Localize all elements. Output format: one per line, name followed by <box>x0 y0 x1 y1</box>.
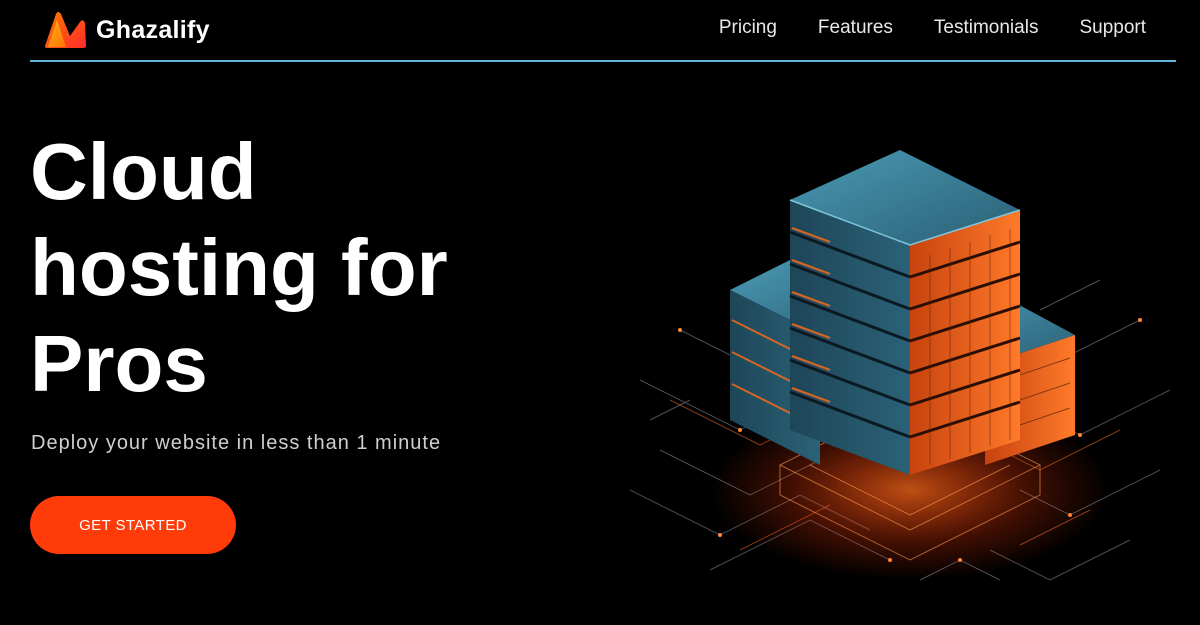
brand-home-link[interactable]: Ghazalify <box>42 10 210 50</box>
main-nav: Pricing Features Testimonials Support <box>678 17 1146 39</box>
get-started-button[interactable]: GET STARTED <box>30 496 236 554</box>
hero-title-line-1: Cloud <box>30 127 257 216</box>
nav-item-testimonials[interactable]: Testimonials <box>934 17 1039 39</box>
nav-item-support[interactable]: Support <box>1079 17 1146 39</box>
hero-title-line-2: hosting for <box>30 223 448 312</box>
server-stack-illustration <box>629 150 1171 581</box>
hero-title: Cloud hosting for Pros <box>30 124 550 412</box>
landing-page: Ghazalify Pricing Features Testimonials … <box>0 0 1200 625</box>
hero-subtitle: Deploy your website in less than 1 minut… <box>31 432 442 454</box>
ghazalify-logo-icon <box>44 12 86 48</box>
hero-title-line-3: Pros <box>30 319 208 408</box>
site-header: Ghazalify Pricing Features Testimonials … <box>30 0 1176 62</box>
brand-name: Ghazalify <box>96 15 210 44</box>
nav-item-pricing[interactable]: Pricing <box>719 17 777 39</box>
nav-item-features[interactable]: Features <box>818 17 893 39</box>
